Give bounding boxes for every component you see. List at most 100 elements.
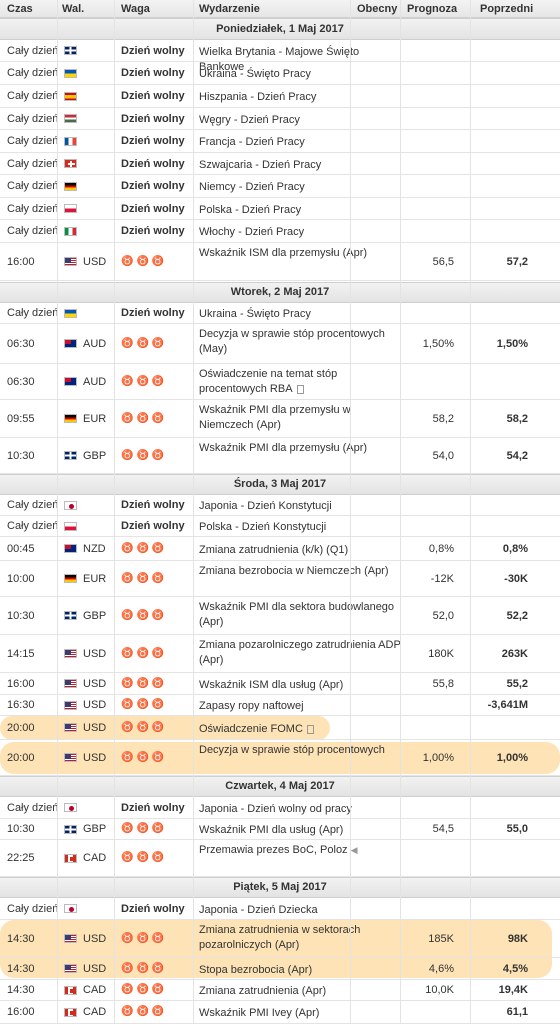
event-name-text[interactable]: Stopa bezrobocia (Apr) — [199, 964, 312, 976]
event-name-text[interactable]: Oświadczenie na temat stóp procentowych … — [199, 368, 337, 395]
table-row[interactable]: 10:30 GBP ♉♉♉ Wskaźnik PMI dla usług (Apr) 5… — [0, 819, 560, 840]
document-icon[interactable] — [306, 724, 314, 734]
event-name[interactable]: Szwajcaria - Dzień Pracy — [199, 158, 404, 173]
table-row[interactable]: Cały dzień Dzień wolny Japonia - Dzień Dzi… — [0, 898, 560, 920]
event-name-text[interactable]: Zapasy ropy naftowej — [199, 700, 304, 712]
event-name-text[interactable]: Zmiana zatrudnienia (k/k) (Q1) — [199, 544, 348, 556]
event-name[interactable]: Węgry - Dzień Pracy — [199, 113, 404, 128]
event-name[interactable]: Zapasy ropy naftowej — [199, 699, 404, 714]
event-name-text[interactable]: Francja - Dzień Pracy — [199, 136, 305, 148]
event-name[interactable]: Zmiana pozarolniczego zatrudnienia ADP (… — [199, 638, 404, 668]
event-name-text[interactable]: Decyzja w sprawie stóp procentowych (May… — [199, 328, 385, 355]
table-row[interactable]: 10:00 EUR ♉♉♉ Zmiana bezrobocia w Niemczech… — [0, 561, 560, 597]
event-name-text[interactable]: Polska - Dzień Pracy — [199, 204, 301, 216]
table-row[interactable]: 14:30 USD ♉♉♉ Zmiana zatrudnienia w sektora… — [0, 920, 560, 958]
event-name-text[interactable]: Przemawia prezes BoC, Poloz — [199, 844, 348, 856]
event-name-text[interactable]: Włochy - Dzień Pracy — [199, 226, 304, 238]
event-name[interactable]: Wskaźnik ISM dla przemysłu (Apr) — [199, 246, 404, 261]
table-row[interactable]: 22:25 CAD ♉♉♉ Przemawia prezes BoC, Poloz ◀ — [0, 840, 560, 877]
table-row[interactable]: Cały dzień Dzień wolny Szwajcaria - Dzień … — [0, 153, 560, 175]
event-name[interactable]: Stopa bezrobocia (Apr) — [199, 963, 404, 978]
event-name-text[interactable]: Japonia - Dzień Dziecka — [199, 904, 318, 916]
event-name[interactable]: Wskaźnik PMI Ivey (Apr) — [199, 1006, 404, 1021]
event-name-text[interactable]: Wskaźnik PMI dla sektora budowlanego (Ap… — [199, 601, 394, 628]
table-row[interactable]: Cały dzień Dzień wolny Włochy - Dzień Prac… — [0, 220, 560, 243]
event-name-text[interactable]: Zmiana pozarolniczego zatrudnienia ADP (… — [199, 639, 401, 666]
table-row[interactable]: Cały dzień Dzień wolny Japonia - Dzień wol… — [0, 797, 560, 819]
table-row[interactable]: 16:00 USD ♉♉♉ Wskaźnik ISM dla przemysłu (A… — [0, 243, 560, 281]
event-name-text[interactable]: Oświadczenie FOMC — [199, 723, 303, 735]
table-row[interactable]: 00:45 NZD ♉♉♉ Zmiana zatrudnienia (k/k) (Q1… — [0, 537, 560, 561]
event-name-text[interactable]: Wskaźnik ISM dla przemysłu (Apr) — [199, 247, 367, 259]
event-name[interactable]: Decyzja w sprawie stóp procentowych (May… — [199, 327, 404, 357]
table-row[interactable]: 16:00 USD ♉♉♉ Wskaźnik ISM dla usług (Apr) 5… — [0, 673, 560, 695]
event-name-text[interactable]: Wskaźnik PMI dla usług (Apr) — [199, 824, 343, 836]
table-row[interactable]: Cały dzień Dzień wolny Polska - Dzień Kons… — [0, 516, 560, 537]
event-name-text[interactable]: Wskaźnik ISM dla usług (Apr) — [199, 679, 343, 691]
table-row[interactable]: Cały dzień Dzień wolny Wielka Brytania - M… — [0, 40, 560, 73]
table-row[interactable]: 16:00 CAD ♉♉♉ Wskaźnik PMI Ivey (Apr) 61,1 — [0, 1001, 560, 1024]
event-name-text[interactable]: Wskaźnik PMI Ivey (Apr) — [199, 1007, 319, 1019]
event-name-text[interactable]: Wskaźnik PMI dla przemysłu (Apr) — [199, 442, 367, 454]
event-name[interactable]: Decyzja w sprawie stóp procentowych — [199, 743, 404, 758]
event-name-text[interactable]: Ukraina - Święto Pracy — [199, 68, 311, 80]
event-name-text[interactable]: Japonia - Dzień wolny od pracy — [199, 803, 352, 815]
table-row[interactable]: 20:00 USD ♉♉♉ Oświadczenie FOMC — [0, 716, 560, 740]
table-row[interactable]: 10:30 GBP ♉♉♉ Wskaźnik PMI dla sektora budo… — [0, 597, 560, 635]
event-name[interactable]: Hiszpania - Dzień Pracy — [199, 90, 404, 105]
table-row[interactable]: 20:00 USD ♉♉♉ Decyzja w sprawie stóp procen… — [0, 740, 560, 776]
table-row[interactable]: 10:30 GBP ♉♉♉ Wskaźnik PMI dla przemysłu (A… — [0, 438, 560, 474]
event-name[interactable]: Włochy - Dzień Pracy — [199, 225, 404, 240]
event-name[interactable]: Oświadczenie FOMC — [199, 722, 404, 737]
event-name[interactable]: Ukraina - Święto Pracy — [199, 67, 404, 82]
event-name[interactable]: Wskaźnik PMI dla sektora budowlanego (Ap… — [199, 600, 404, 630]
event-name-text[interactable]: Szwajcaria - Dzień Pracy — [199, 159, 321, 171]
table-row[interactable]: 16:30 USD ♉♉♉ Zapasy ropy naftowej -3,641M — [0, 695, 560, 716]
table-row[interactable]: Cały dzień Dzień wolny Japonia - Dzień Kon… — [0, 495, 560, 516]
event-name[interactable]: Japonia - Dzień wolny od pracy — [199, 802, 404, 817]
table-row[interactable]: Cały dzień Dzień wolny Francja - Dzień Pra… — [0, 130, 560, 153]
event-name[interactable]: Wskaźnik PMI dla przemysłu (Apr) — [199, 441, 404, 456]
event-name-text[interactable]: Wskaźnik PMI dla przemysłu w Niemczech (… — [199, 404, 351, 431]
event-name[interactable]: Francja - Dzień Pracy — [199, 135, 404, 150]
table-row[interactable]: 14:30 USD ♉♉♉ Stopa bezrobocia (Apr) 4,6% 4,5… — [0, 958, 560, 980]
event-name-text[interactable]: Ukraina - Święto Pracy — [199, 308, 311, 320]
event-name-text[interactable]: Zmiana zatrudnienia (Apr) — [199, 985, 326, 997]
table-row[interactable]: 06:30 AUD ♉♉♉ Decyzja w sprawie stóp procen… — [0, 324, 560, 364]
document-icon[interactable] — [296, 384, 304, 394]
table-row[interactable]: Cały dzień Dzień wolny Ukraina - Święto Pr… — [0, 62, 560, 85]
table-row[interactable]: 06:30 AUD ♉♉♉ Oświadczenie na temat stóp pr… — [0, 364, 560, 400]
event-name[interactable]: Wskaźnik PMI dla przemysłu w Niemczech (… — [199, 403, 404, 433]
event-name[interactable]: Zmiana zatrudnienia w sektorach pozaroln… — [199, 923, 404, 953]
event-name-text[interactable]: Węgry - Dzień Pracy — [199, 114, 300, 126]
event-name-text[interactable]: Zmiana bezrobocia w Niemczech (Apr) — [199, 565, 389, 577]
event-name[interactable]: Japonia - Dzień Dziecka — [199, 903, 404, 918]
table-row[interactable]: Cały dzień Dzień wolny Węgry - Dzień Pracy — [0, 108, 560, 130]
event-name[interactable]: Wskaźnik PMI dla usług (Apr) — [199, 823, 404, 838]
event-name[interactable]: Japonia - Dzień Konstytucji — [199, 499, 404, 514]
table-row[interactable]: Cały dzień Dzień wolny Niemcy - Dzień Prac… — [0, 175, 560, 198]
table-row[interactable]: 14:15 USD ♉♉♉ Zmiana pozarolniczego zatrudn… — [0, 635, 560, 673]
event-name[interactable]: Wskaźnik ISM dla usług (Apr) — [199, 678, 404, 693]
table-row[interactable]: Cały dzień Dzień wolny Ukraina - Święto Pr… — [0, 303, 560, 324]
table-row[interactable]: Cały dzień Dzień wolny Hiszpania - Dzień P… — [0, 85, 560, 108]
event-name[interactable]: Niemcy - Dzień Pracy — [199, 180, 404, 195]
event-name[interactable]: Zmiana bezrobocia w Niemczech (Apr) — [199, 564, 404, 579]
event-name[interactable]: Przemawia prezes BoC, Poloz ◀ — [199, 843, 404, 858]
event-name-text[interactable]: Polska - Dzień Konstytucji — [199, 521, 326, 533]
event-name-text[interactable]: Zmiana zatrudnienia w sektorach pozaroln… — [199, 924, 360, 951]
event-name[interactable]: Polska - Dzień Konstytucji — [199, 520, 404, 535]
event-name[interactable]: Ukraina - Święto Pracy — [199, 307, 404, 322]
event-name-text[interactable]: Niemcy - Dzień Pracy — [199, 181, 305, 193]
event-name[interactable]: Oświadczenie na temat stóp procentowych … — [199, 367, 404, 397]
event-name-text[interactable]: Japonia - Dzień Konstytucji — [199, 500, 332, 512]
event-name[interactable]: Zmiana zatrudnienia (k/k) (Q1) — [199, 543, 404, 558]
table-row[interactable]: 14:30 CAD ♉♉♉ Zmiana zatrudnienia (Apr) 10,0… — [0, 980, 560, 1001]
table-row[interactable]: 09:55 EUR ♉♉♉ Wskaźnik PMI dla przemysłu w … — [0, 400, 560, 438]
table-row[interactable]: Cały dzień Dzień wolny Polska - Dzień Prac… — [0, 198, 560, 220]
event-name[interactable]: Polska - Dzień Pracy — [199, 203, 404, 218]
megaphone-icon[interactable]: ◀ — [351, 843, 358, 858]
event-name-text[interactable]: Hiszpania - Dzień Pracy — [199, 91, 316, 103]
event-name-text[interactable]: Decyzja w sprawie stóp procentowych — [199, 744, 385, 756]
event-name[interactable]: Zmiana zatrudnienia (Apr) — [199, 984, 404, 999]
